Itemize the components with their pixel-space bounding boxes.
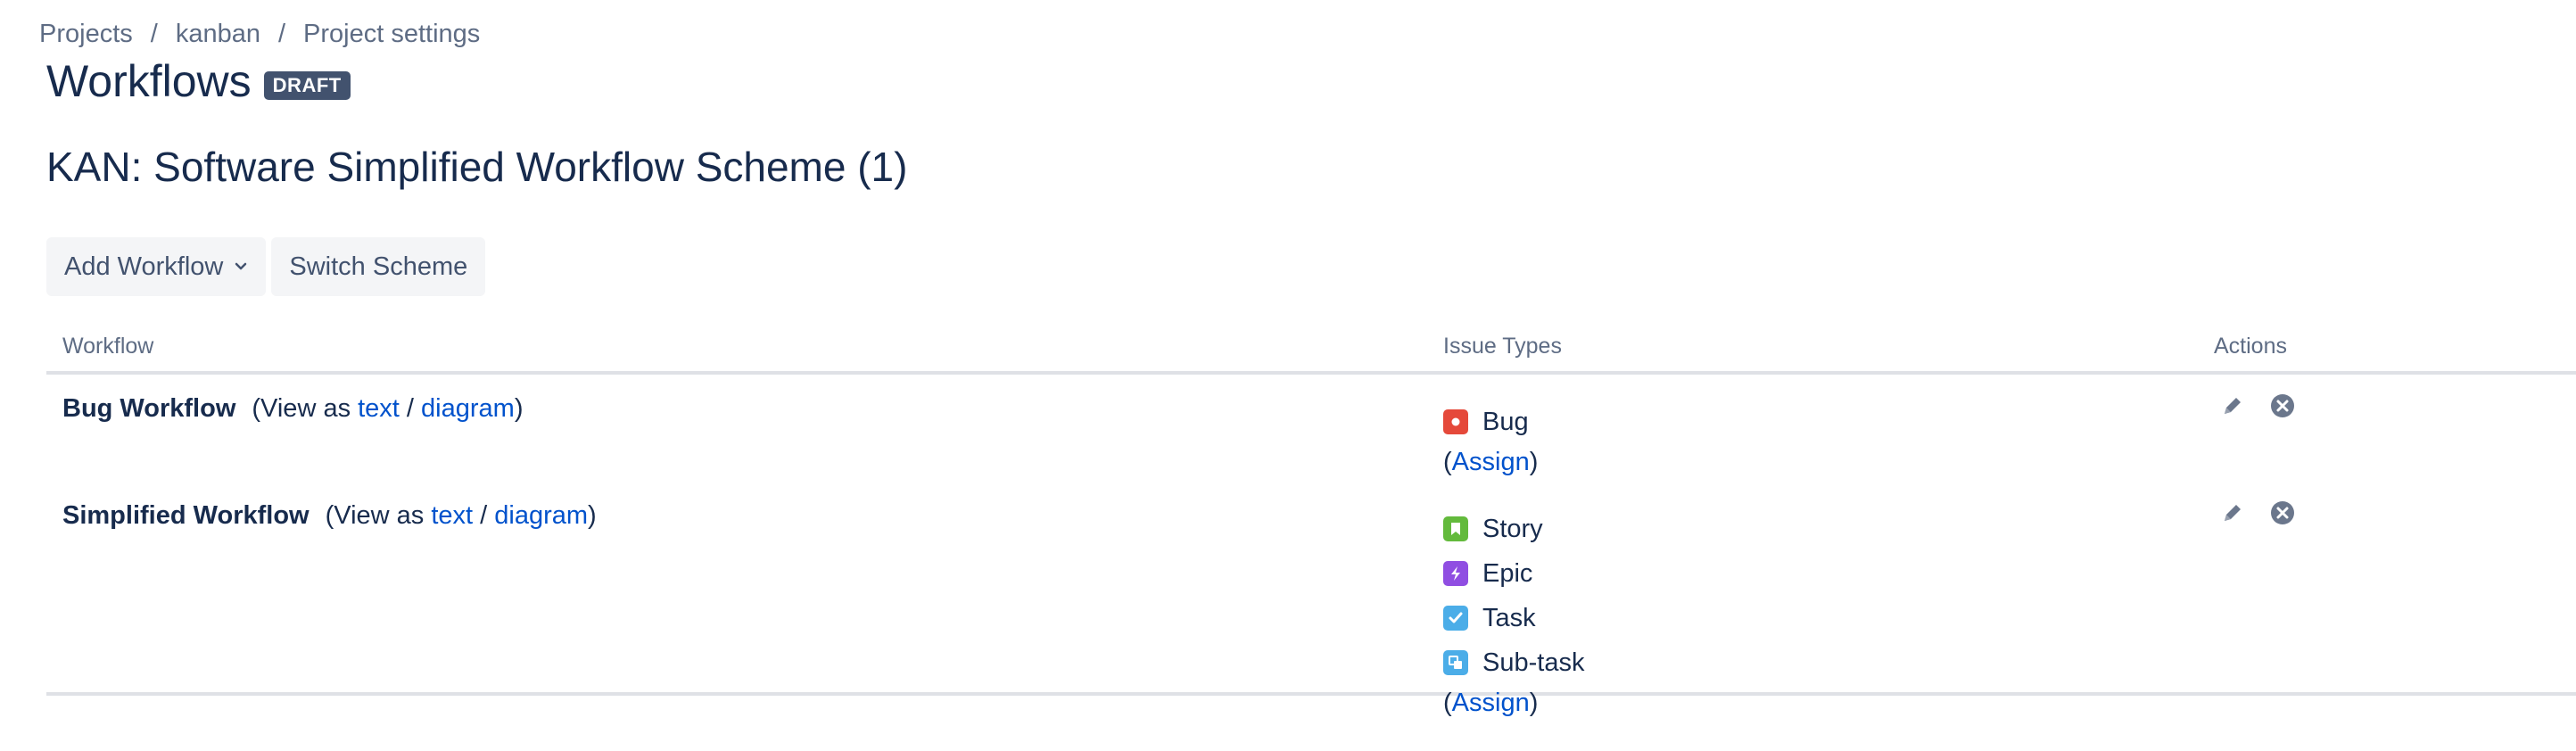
breadcrumb-projects[interactable]: Projects [39,20,133,48]
assign-open: ( [1443,689,1452,717]
breadcrumb-separator: / [277,20,286,48]
workflow-name: Bug Workflow [62,394,236,423]
add-workflow-label: Add Workflow [64,252,224,281]
view-as-text-link[interactable]: text [431,501,473,530]
story-icon [1443,516,1468,541]
issue-type-item: Epic [1443,551,1584,596]
issue-type-item: Sub-task [1443,640,1584,685]
breadcrumb: Projects / kanban / Project settings [39,20,480,49]
assign-open: ( [1443,448,1452,476]
view-as-suffix: ) [588,501,597,530]
scheme-name: KAN: Software Simplified Workflow Scheme… [46,144,908,190]
issue-types-cell: Bug (Assign) [1443,400,1538,480]
view-as-suffix: ) [514,394,524,423]
workflow-cell: Bug Workflow (View as text / diagram) [62,394,524,424]
page-title: Workflows [46,56,252,106]
workflow-name: Simplified Workflow [62,501,310,530]
switch-scheme-label: Switch Scheme [289,252,468,281]
assign-link[interactable]: Assign [1452,448,1530,476]
assign-line: (Assign) [1443,685,1584,721]
assign-link[interactable]: Assign [1452,689,1530,717]
breadcrumb-kanban[interactable]: kanban [176,20,260,48]
assign-close: ) [1529,689,1539,717]
table-row: Simplified Workflow (View as text / diagr… [46,482,2576,717]
pencil-icon[interactable] [2219,392,2246,419]
subtask-icon [1443,650,1468,675]
switch-scheme-button[interactable]: Switch Scheme [271,237,486,296]
epic-icon [1443,561,1468,586]
remove-circle-icon[interactable] [2269,392,2296,419]
view-as: (View as text / diagram) [326,501,597,530]
view-as: (View as text / diagram) [252,394,523,423]
issue-type-item: Bug [1443,400,1538,444]
issue-type-item: Story [1443,507,1584,551]
issue-type-label: Story [1482,514,1543,543]
table-row: Bug Workflow (View as text / diagram) Bug… [46,375,2576,482]
table-header: Workflow Issue Types Actions [46,321,2576,375]
header-issue-types: Issue Types [1443,334,1562,359]
workflow-cell: Simplified Workflow (View as text / diagr… [62,501,597,531]
workflows-table: Workflow Issue Types Actions Bug Workflo… [46,321,2576,717]
toolbar: Add Workflow Switch Scheme [46,237,486,296]
issue-type-label: Sub-task [1482,648,1585,677]
bug-icon [1443,409,1468,434]
issue-type-label: Task [1482,603,1536,632]
view-as-diagram-link[interactable]: diagram [421,394,515,423]
assign-line: (Assign) [1443,444,1538,480]
view-as-separator: / [473,501,495,530]
chevron-down-icon [234,258,248,276]
pencil-icon[interactable] [2219,499,2246,526]
header-actions: Actions [2214,334,2287,359]
breadcrumb-separator: / [150,20,158,48]
issue-type-label: Bug [1482,407,1529,436]
view-as-separator: / [399,394,422,423]
actions-cell [2219,499,2296,526]
assign-close: ) [1529,448,1539,476]
issue-type-label: Epic [1482,558,1533,588]
view-as-text-link[interactable]: text [358,394,400,423]
task-icon [1443,606,1468,631]
add-workflow-button[interactable]: Add Workflow [46,237,267,296]
view-as-prefix: (View as [325,501,432,530]
issue-type-item: Task [1443,596,1584,640]
remove-circle-icon[interactable] [2269,499,2296,526]
actions-cell [2219,392,2296,419]
view-as-diagram-link[interactable]: diagram [494,501,588,530]
workflows-page: Projects / kanban / Project settings Workflo… [0,0,2576,751]
title-row: Workflows DRAFT [46,55,351,107]
header-workflow: Workflow [62,334,154,359]
view-as-prefix: (View as [252,394,359,423]
breadcrumb-project-settings[interactable]: Project settings [303,20,480,48]
issue-types-cell: Story Epic Task Sub-task (Assign) [1443,507,1584,721]
draft-badge: DRAFT [263,71,351,100]
